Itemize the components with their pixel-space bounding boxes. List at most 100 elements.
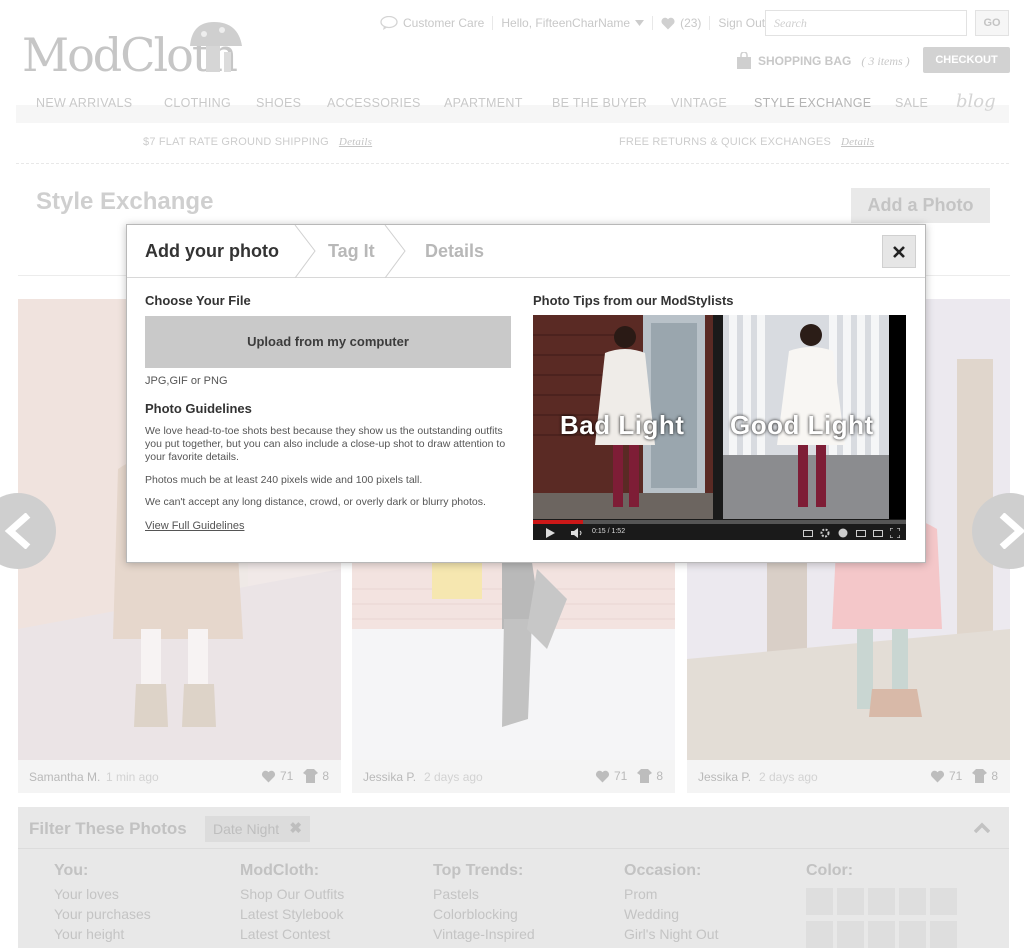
play-icon[interactable] — [546, 528, 555, 538]
shares-count: 8 — [656, 769, 663, 783]
close-icon — [893, 245, 905, 258]
nav-item-apartment[interactable]: APARTMENT — [444, 96, 523, 110]
nav-item-style-exchange[interactable]: STYLE EXCHANGE — [754, 96, 871, 110]
account-menu[interactable]: Hello, FifteenCharName — [493, 16, 654, 30]
outfit-share-icon[interactable] — [637, 769, 653, 783]
filter-option[interactable]: Girl's Night Out — [624, 926, 718, 946]
youtube-icon[interactable] — [838, 528, 848, 538]
filter-option[interactable]: Your purchases — [54, 906, 151, 926]
photo-tips-video[interactable]: Bad Light Good Light 0:15 / 1:52 — [533, 315, 906, 540]
photo-time: 2 days ago — [759, 770, 818, 784]
filter-option[interactable]: Wedding — [624, 906, 718, 926]
filter-option[interactable]: Prom — [624, 886, 718, 906]
upload-from-computer-button[interactable]: Upload from my computer — [145, 316, 511, 368]
filter-column-occasion: Occasion: Prom Wedding Girl's Night Out — [624, 862, 718, 946]
filter-column-color: Color: — [806, 862, 957, 948]
color-swatch[interactable] — [930, 888, 957, 915]
card-meta: Samantha M. 1 min ago 71 8 — [18, 760, 341, 793]
card-meta: Jessika P. 2 days ago 71 8 — [352, 760, 675, 793]
step-add-your-photo[interactable]: Add your photo — [145, 241, 279, 262]
theater-mode-icon[interactable] — [856, 530, 866, 537]
nav-item-be-the-buyer[interactable]: BE THE BUYER — [552, 96, 647, 110]
nav-item-new-arrivals[interactable]: NEW ARRIVALS — [36, 96, 132, 110]
nav-item-clothing[interactable]: CLOTHING — [164, 96, 231, 110]
loves-count: 71 — [948, 769, 963, 783]
modcloth-logo[interactable]: ModCloth — [22, 18, 242, 82]
filter-heading: Top Trends: — [433, 862, 524, 879]
color-swatch[interactable] — [899, 888, 926, 915]
promo-returns-details-link[interactable]: Details — [841, 136, 874, 148]
add-a-photo-button[interactable]: Add a Photo — [851, 188, 990, 223]
shopping-bag-link[interactable]: SHOPPING BAG ( 3 items ) — [736, 52, 910, 70]
filter-option[interactable]: Vintage-Inspired — [433, 926, 535, 946]
choose-file-heading: Choose Your File — [145, 293, 251, 308]
close-button[interactable] — [882, 235, 916, 268]
filter-option[interactable]: Your loves — [54, 886, 151, 906]
collapse-chevron-up-icon[interactable] — [974, 822, 990, 833]
nav-item-sale[interactable]: SALE — [895, 96, 928, 110]
filter-option[interactable]: Your height — [54, 926, 151, 946]
heart-icon[interactable] — [261, 770, 276, 783]
checkout-button[interactable]: CHECKOUT — [923, 47, 1010, 73]
volume-icon[interactable] — [571, 528, 583, 538]
view-full-guidelines-link[interactable]: View Full Guidelines — [145, 520, 244, 532]
shares-count: 8 — [322, 769, 329, 783]
captions-icon[interactable] — [803, 530, 813, 537]
step-tabs: Add your photo Tag It Details — [127, 225, 925, 278]
loves-link[interactable]: (23) — [653, 16, 711, 30]
color-swatch[interactable] — [806, 888, 833, 915]
card-meta: Jessika P. 2 days ago 71 8 — [687, 760, 1010, 793]
step-tag-it[interactable]: Tag It — [328, 241, 375, 262]
loves-count: 71 — [279, 769, 294, 783]
search-input[interactable]: Search — [765, 10, 967, 36]
video-progress-bar[interactable] — [533, 520, 906, 524]
video-progress-fill — [533, 520, 584, 524]
chevron-right-icon — [999, 513, 1024, 549]
remove-filter-icon[interactable]: ✖ — [289, 819, 302, 837]
outfit-share-icon[interactable] — [972, 769, 988, 783]
filter-title: Filter These Photos — [29, 819, 187, 838]
filter-header: Filter These Photos Date Night ✖ — [18, 807, 1009, 849]
search-go-button[interactable]: GO — [975, 10, 1009, 36]
settings-gear-icon[interactable] — [820, 528, 830, 538]
promo-shipping-details-link[interactable]: Details — [339, 136, 372, 148]
nav-item-accessories[interactable]: ACCESSORIES — [327, 96, 421, 110]
photo-author[interactable]: Jessika P. — [363, 770, 416, 784]
color-swatch[interactable] — [899, 921, 926, 948]
color-swatch[interactable] — [868, 921, 895, 948]
photo-author[interactable]: Samantha M. — [29, 770, 100, 784]
color-swatch[interactable] — [837, 888, 864, 915]
guidelines-quality-text: We can't accept any long distance, crowd… — [145, 496, 486, 508]
filter-option[interactable]: Shop Our Outfits — [240, 886, 344, 906]
divider — [16, 163, 1009, 164]
filter-option[interactable]: Latest Contest — [240, 926, 344, 946]
sign-out-link[interactable]: Sign Out — [710, 16, 773, 30]
filter-column-top-trends: Top Trends: Pastels Colorblocking Vintag… — [433, 862, 535, 946]
color-swatch[interactable] — [930, 921, 957, 948]
video-caption-bad-light: Bad Light — [560, 410, 685, 440]
promo-returns: FREE RETURNS & QUICK EXCHANGES Details — [619, 136, 875, 148]
color-swatch[interactable] — [806, 921, 833, 948]
filter-heading: You: — [54, 862, 89, 879]
filter-chip-date-night[interactable]: Date Night ✖ — [205, 816, 310, 842]
nav-item-shoes[interactable]: SHOES — [256, 96, 301, 110]
filter-panel: Filter These Photos Date Night ✖ You: Yo… — [18, 807, 1009, 948]
heart-icon[interactable] — [595, 770, 610, 783]
heart-icon[interactable] — [930, 770, 945, 783]
video-time: 0:15 / 1:52 — [592, 528, 626, 535]
nav-item-blog[interactable]: blog — [956, 91, 996, 112]
step-details[interactable]: Details — [425, 241, 484, 262]
outfit-share-icon[interactable] — [303, 769, 319, 783]
utility-bar: Customer Care Hello, FifteenCharName (23… — [372, 10, 773, 36]
customer-care-link[interactable]: Customer Care — [372, 16, 494, 30]
filter-option[interactable]: Latest Stylebook — [240, 906, 344, 926]
nav-item-vintage[interactable]: VINTAGE — [671, 96, 727, 110]
fullscreen-icon[interactable] — [890, 528, 900, 538]
filter-option[interactable]: Colorblocking — [433, 906, 535, 926]
color-swatch[interactable] — [868, 888, 895, 915]
popout-icon[interactable] — [873, 530, 883, 537]
color-swatch[interactable] — [837, 921, 864, 948]
shopping-bag-icon — [737, 52, 751, 69]
photo-author[interactable]: Jessika P. — [698, 770, 751, 784]
filter-option[interactable]: Pastels — [433, 886, 535, 906]
